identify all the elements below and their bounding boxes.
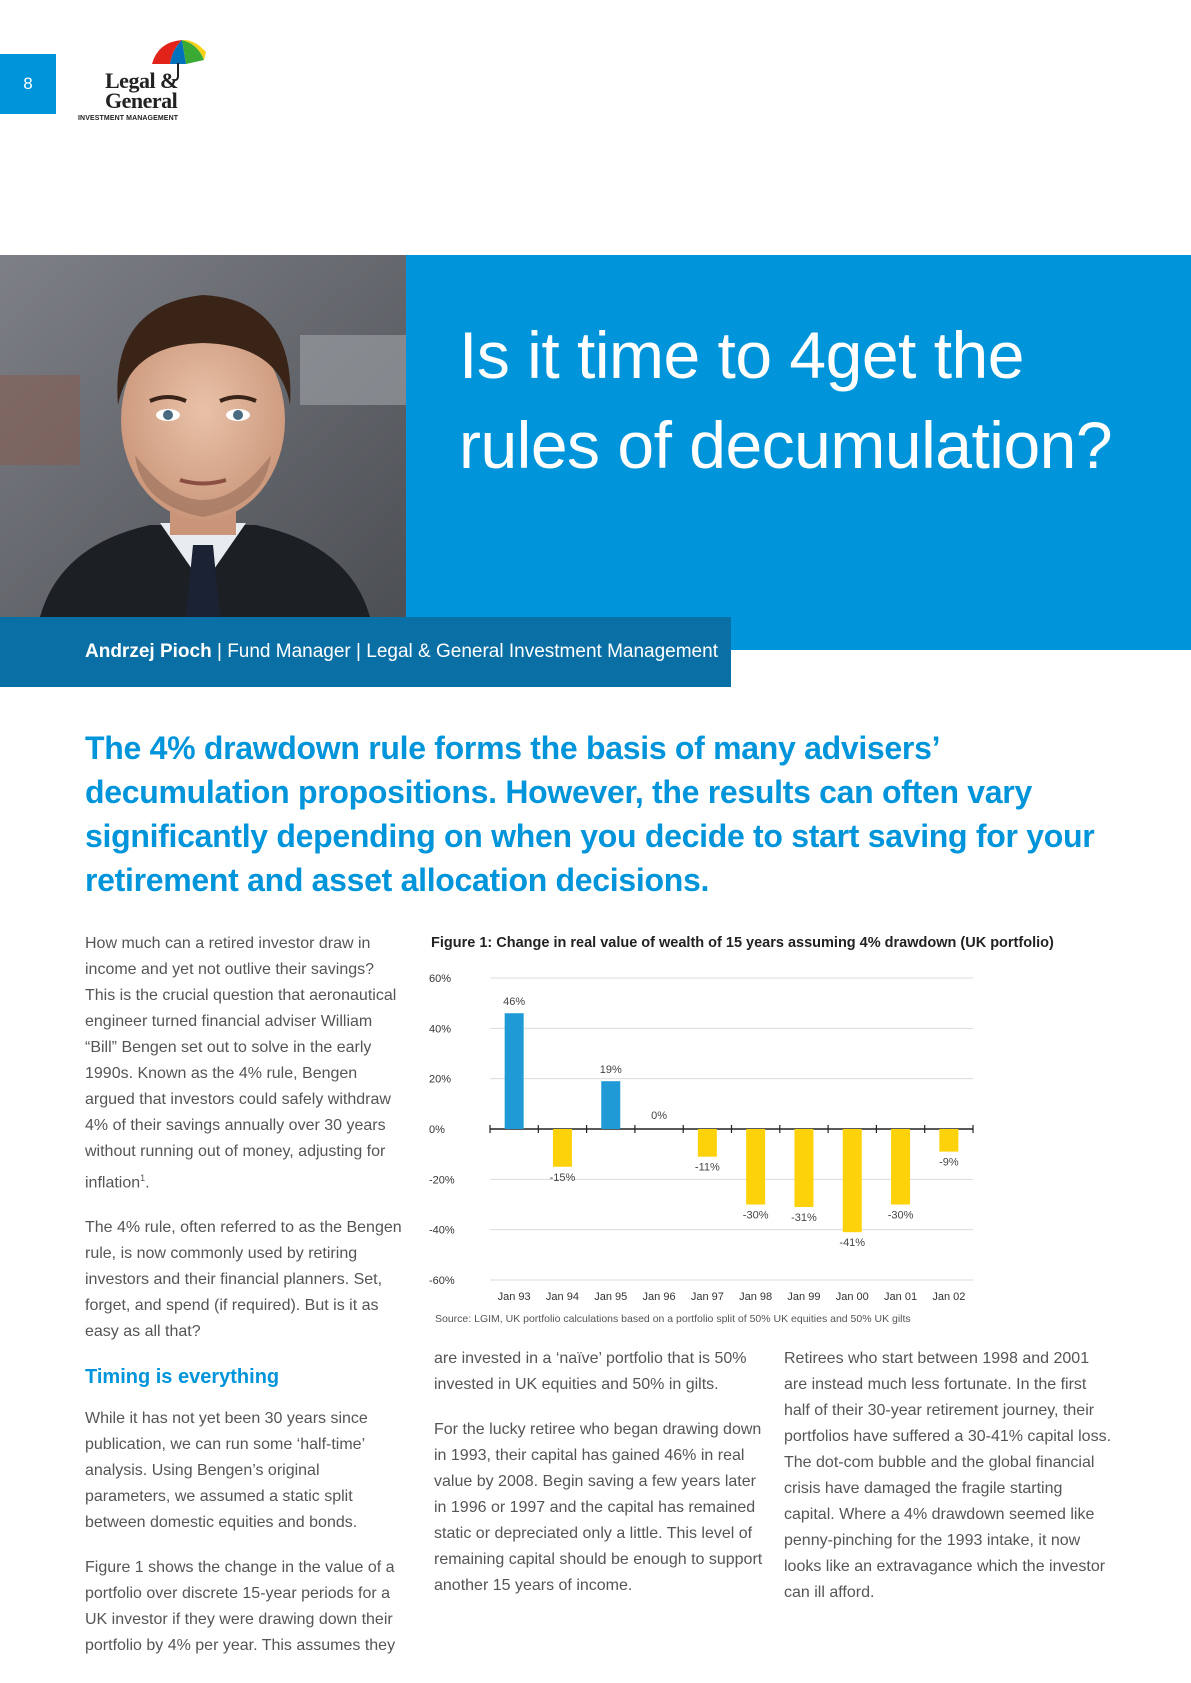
bar	[794, 1129, 814, 1208]
paragraph: For the lucky retiree who began drawing …	[434, 1421, 763, 1594]
y-tick-label: 40%	[429, 1023, 451, 1035]
section-heading: Timing is everything	[85, 1366, 280, 1389]
y-tick-label: 60%	[429, 973, 451, 985]
author-role: Fund Manager	[227, 641, 351, 662]
bar	[697, 1129, 717, 1157]
x-tick-label: Jan 93	[498, 1291, 531, 1303]
bar	[746, 1129, 766, 1205]
chart-background	[425, 960, 1025, 1310]
page-number: 8	[0, 54, 56, 114]
x-tick-label: Jan 02	[932, 1291, 965, 1303]
bar	[552, 1129, 572, 1167]
data-label: -15%	[550, 1172, 576, 1184]
y-tick-label: 20%	[429, 1074, 451, 1086]
y-tick-label: -60%	[429, 1275, 455, 1287]
paragraph: How much can a retired investor draw in …	[85, 931, 405, 1196]
byline-separator: |	[211, 641, 228, 662]
y-tick-label: 0%	[429, 1124, 445, 1136]
paragraph: While it has not yet been 30 years since…	[85, 1410, 368, 1532]
paragraph-text: How much can a retired investor draw in …	[85, 935, 397, 1192]
byline-separator: |	[350, 641, 367, 662]
paragraph: Retirees who start between 1998 and 2001…	[784, 1350, 1112, 1601]
data-label: -9%	[939, 1157, 959, 1169]
column-3: Retirees who start between 1998 and 2001…	[784, 1346, 1114, 1606]
legal-general-logo: Legal & General INVESTMENT MANAGEMENT	[74, 38, 206, 126]
bar-chart: 60% 40% 20% 0% -20% -40% -60% 46% Jan 93 -15% Jan …	[425, 960, 1025, 1310]
bar	[939, 1129, 959, 1152]
paragraph: are invested in a ‘naïve’ portfolio that…	[434, 1350, 747, 1393]
x-tick-label: Jan 00	[836, 1291, 869, 1303]
x-tick-label: Jan 01	[884, 1291, 917, 1303]
x-tick-label: Jan 95	[594, 1291, 627, 1303]
data-label: -30%	[743, 1210, 769, 1222]
column-1: How much can a retired investor draw in …	[85, 931, 405, 1678]
x-tick-label: Jan 97	[691, 1291, 724, 1303]
logo-line-3: INVESTMENT MANAGEMENT	[78, 115, 179, 122]
author-company: Legal & General Investment Management	[366, 641, 718, 662]
data-label: -11%	[695, 1162, 720, 1174]
data-label: 46%	[503, 996, 525, 1008]
figure-source: Source: LGIM, UK portfolio calculations …	[435, 1313, 911, 1325]
author-byline: Andrzej Pioch | Fund Manager | Legal & G…	[85, 641, 718, 663]
x-tick-label: Jan 94	[546, 1291, 579, 1303]
y-tick-label: -20%	[429, 1174, 455, 1186]
author-name: Andrzej Pioch	[85, 641, 212, 662]
bar	[891, 1129, 911, 1205]
x-tick-label: Jan 96	[643, 1291, 676, 1303]
data-label: -41%	[839, 1237, 865, 1249]
page-title: Is it time to 4get the rules of decumula…	[459, 318, 1113, 482]
paragraph: Figure 1 shows the change in the value o…	[85, 1559, 396, 1655]
data-label: -31%	[791, 1212, 817, 1224]
bar	[842, 1129, 862, 1233]
data-label: 0%	[651, 1110, 667, 1122]
author-photo	[0, 255, 406, 617]
logo-line-2: General	[105, 88, 178, 113]
paragraph: The 4% rule, often referred to as the Be…	[85, 1219, 402, 1341]
figure-title: Figure 1: Change in real value of wealth…	[431, 935, 1054, 951]
x-tick-label: Jan 99	[787, 1291, 820, 1303]
column-2: are invested in a ‘naïve’ portfolio that…	[434, 1346, 766, 1618]
paragraph-end: .	[145, 1174, 150, 1192]
bar	[504, 1013, 524, 1129]
data-label: 19%	[600, 1064, 622, 1076]
data-label: -30%	[888, 1210, 914, 1222]
portrait-illustration	[0, 255, 406, 617]
bar	[601, 1081, 621, 1129]
y-tick-label: -40%	[429, 1225, 455, 1237]
standfirst: The 4% drawdown rule forms the basis of …	[85, 730, 1095, 898]
x-tick-label: Jan 98	[739, 1291, 772, 1303]
